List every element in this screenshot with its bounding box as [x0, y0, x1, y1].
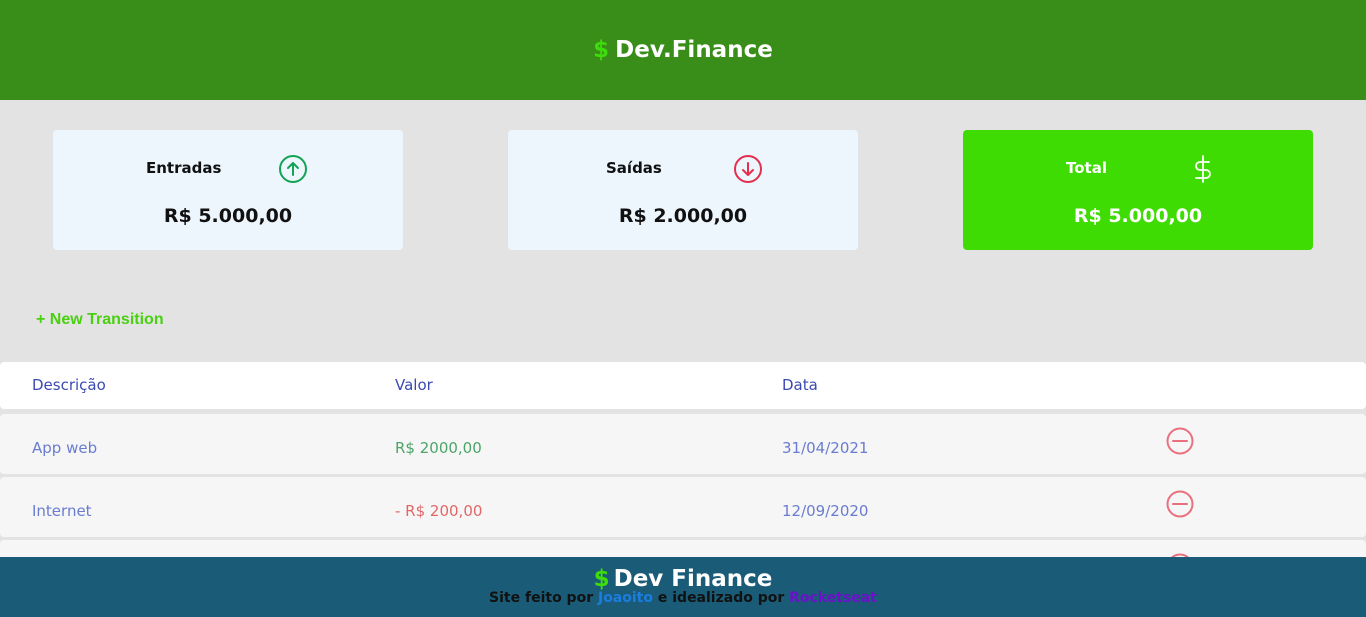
- transaction-date: 12/09/2020: [782, 502, 869, 520]
- table-row: Internet - R$ 200,00 12/09/2020: [0, 477, 1366, 537]
- arrow-up-circle-icon: [279, 155, 307, 183]
- credit-prefix: Site feito por: [489, 590, 594, 606]
- author-link[interactable]: Joaoito: [598, 590, 653, 606]
- app-logo: $ Dev.Finance: [593, 37, 773, 63]
- rocketseat-link[interactable]: Rocketseat: [789, 590, 877, 606]
- dollar-logo-icon: $: [593, 566, 610, 592]
- arrow-down-circle-icon: [734, 155, 762, 183]
- total-card: Total R$ 5.000,00: [963, 130, 1313, 250]
- footer-credit: Site feito por Joaoito e idealizado por …: [0, 590, 1366, 606]
- footer-title: Dev Finance: [613, 566, 773, 592]
- remove-transaction-icon[interactable]: [1165, 489, 1195, 519]
- table-row: App web R$ 2000,00 31/04/2021: [0, 414, 1366, 474]
- credit-middle: e idealizado por: [657, 590, 785, 606]
- new-transaction-button[interactable]: + New Transition: [36, 311, 164, 329]
- expense-card-value: R$ 2.000,00: [618, 205, 748, 227]
- app-header: $ Dev.Finance: [0, 0, 1366, 100]
- transaction-description: Internet: [32, 502, 92, 520]
- income-card: Entradas R$ 5.000,00: [53, 130, 403, 250]
- column-header-description: Descrição: [32, 376, 106, 394]
- remove-transaction-icon[interactable]: [1165, 426, 1195, 456]
- table-header: Descrição Valor Data: [0, 362, 1366, 409]
- footer-logo: $ Dev Finance: [0, 557, 1366, 593]
- income-card-title: Entradas: [146, 159, 222, 177]
- app-title: Dev.Finance: [615, 37, 773, 63]
- expense-card: Saídas R$ 2.000,00: [508, 130, 858, 250]
- income-card-value: R$ 5.000,00: [163, 205, 293, 227]
- summary-cards: Entradas R$ 5.000,00 Saídas R$ 2.000,00 …: [0, 130, 1366, 250]
- column-header-amount: Valor: [395, 376, 433, 394]
- transaction-date: 31/04/2021: [782, 439, 869, 457]
- total-card-title: Total: [1066, 159, 1107, 177]
- transaction-amount: R$ 2000,00: [395, 439, 482, 457]
- app-footer: $ Dev Finance Site feito por Joaoito e id…: [0, 557, 1366, 617]
- dollar-logo-icon: $: [593, 37, 610, 63]
- total-card-value: R$ 5.000,00: [1073, 205, 1203, 227]
- transaction-amount: - R$ 200,00: [395, 502, 483, 520]
- expense-card-title: Saídas: [606, 159, 662, 177]
- transaction-description: App web: [32, 439, 98, 457]
- column-header-date: Data: [782, 376, 818, 394]
- dollar-sign-icon: [1195, 155, 1211, 183]
